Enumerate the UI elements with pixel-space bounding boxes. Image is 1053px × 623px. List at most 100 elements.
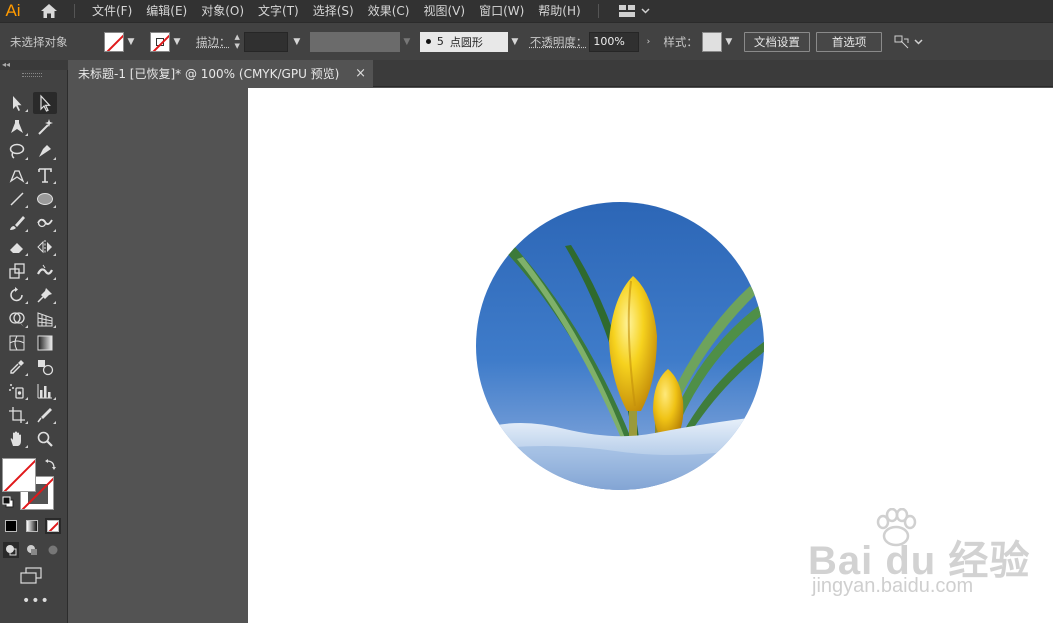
crocus-photo-circle[interactable] [475, 201, 765, 491]
blend-tool[interactable] [33, 356, 57, 378]
menu-file[interactable]: 文件(F) [85, 0, 139, 22]
draw-behind-icon[interactable] [24, 542, 40, 558]
slice-tool[interactable] [33, 404, 57, 426]
baidu-watermark: Bai du 经验 jingyan.baidu.com [808, 508, 1038, 608]
chevron-down-icon [914, 38, 923, 45]
chevron-up-icon[interactable]: ▲ [235, 33, 240, 42]
close-icon[interactable]: × [355, 60, 366, 87]
menu-help[interactable]: 帮助(H) [531, 0, 587, 22]
graphic-style-swatch[interactable] [701, 31, 722, 52]
brush-number: 5 [436, 35, 444, 48]
anchor-point-tool[interactable] [5, 164, 29, 186]
zoom-tool[interactable] [33, 428, 57, 450]
none-button[interactable] [45, 518, 61, 534]
line-segment-tool[interactable] [5, 188, 29, 210]
screen-mode-icon[interactable] [19, 567, 43, 585]
swap-fill-stroke-icon[interactable] [44, 458, 57, 471]
draw-inside-icon[interactable] [45, 542, 61, 558]
document-tab-title: 未标题-1 [已恢复]* @ 100% (CMYK/GPU 预览) [78, 67, 340, 81]
workspace-layout-icon [618, 5, 635, 17]
color-button[interactable] [3, 518, 19, 534]
chevron-down-icon[interactable]: ▼ [290, 32, 304, 52]
tools-panel: ◂◂ ••• [0, 60, 68, 623]
fill-swatch[interactable] [104, 31, 124, 52]
brush-name: 点圆形 [449, 35, 483, 49]
mesh-tool[interactable] [5, 332, 29, 354]
panel-collapse-icon[interactable]: ◂◂ [0, 60, 68, 70]
chevron-down-icon[interactable]: ▼ [170, 32, 184, 52]
paintbrush-tool[interactable] [5, 212, 29, 234]
opacity-field[interactable]: 100% [589, 31, 640, 52]
document-tab[interactable]: 未标题-1 [已恢复]* @ 100% (CMYK/GPU 预览) × [68, 60, 373, 87]
chevron-down-icon[interactable]: ▼ [722, 32, 736, 52]
chevron-down-icon[interactable]: ▼ [124, 32, 138, 52]
magic-wand-tool[interactable] [33, 116, 57, 138]
control-bar: 未选择对象 ▼ ▼ 描边： ▲ ▼ ▼ ▼ 5 点圆形 ▼ 不透明度： 100% … [0, 22, 1053, 60]
shaper-tool[interactable] [33, 212, 57, 234]
type-tool[interactable] [33, 164, 57, 186]
style-label: 样式： [663, 34, 698, 49]
ellipse-tool[interactable] [33, 188, 57, 210]
illustrator-window: Ai 文件(F) 编辑(E) 对象(O) 文字(T) 选择(S) 效果(C) 视… [0, 0, 1053, 623]
width-tool[interactable] [33, 260, 57, 282]
variable-width-profile[interactable] [309, 31, 400, 52]
lasso-tool[interactable] [5, 140, 29, 162]
menu-select[interactable]: 选择(S) [306, 0, 361, 22]
chevron-down-icon [641, 8, 650, 14]
perspective-grid-tool[interactable] [33, 308, 57, 330]
symbol-sprayer-tool[interactable] [5, 380, 29, 402]
chevron-down-icon[interactable]: ▼ [235, 42, 240, 51]
stroke-weight-stepper[interactable]: ▲ ▼ [235, 33, 240, 51]
gradient-tool[interactable] [33, 332, 57, 354]
column-graph-tool[interactable] [33, 380, 57, 402]
hand-tool[interactable] [5, 428, 29, 450]
color-mode-row [2, 518, 66, 536]
pasteboard[interactable] [68, 88, 248, 623]
eraser-tool[interactable] [5, 236, 29, 258]
panel-grip[interactable] [22, 73, 42, 77]
scale-tool[interactable] [5, 260, 29, 282]
preferences-button[interactable]: 首选项 [815, 31, 883, 52]
gradient-button[interactable] [24, 518, 40, 534]
artboard-tool[interactable] [5, 404, 29, 426]
fill-color-swatch[interactable] [2, 458, 36, 492]
eyedropper-tool[interactable] [5, 356, 29, 378]
rotate-tool[interactable] [5, 284, 29, 306]
document-setup-button[interactable]: 文档设置 [743, 31, 810, 52]
menu-type[interactable]: 文字(T) [251, 0, 306, 22]
direct-selection-tool[interactable] [33, 92, 57, 114]
reflect-tool[interactable] [33, 236, 57, 258]
app-logo: Ai [5, 1, 21, 20]
chevron-right-icon[interactable]: › [641, 32, 655, 52]
draw-normal-icon[interactable] [3, 542, 19, 558]
puppet-warp-tool[interactable] [33, 284, 57, 306]
menu-object[interactable]: 对象(O) [194, 0, 251, 22]
chevron-down-icon[interactable]: ▼ [508, 32, 522, 52]
menu-separator [597, 4, 599, 18]
stroke-swatch[interactable] [150, 31, 170, 52]
brush-dot-icon [425, 39, 431, 44]
pen-tool[interactable] [5, 116, 29, 138]
arrange-documents-icon[interactable] [894, 35, 923, 49]
stroke-label[interactable]: 描边： [196, 34, 231, 50]
brush-definition[interactable]: 5 点圆形 [419, 31, 508, 52]
menu-separator [74, 4, 75, 18]
menu-window[interactable]: 窗口(W) [472, 0, 531, 22]
curvature-pen-tool[interactable] [33, 140, 57, 162]
default-fill-stroke-icon[interactable] [2, 496, 14, 508]
chevron-down-icon: ▼ [403, 36, 411, 47]
menu-view[interactable]: 视图(V) [416, 0, 472, 22]
home-icon[interactable] [34, 0, 64, 22]
menu-edit[interactable]: 编辑(E) [139, 0, 194, 22]
stroke-weight-field[interactable] [243, 31, 288, 52]
draw-mode-row [2, 542, 66, 560]
edit-toolbar-icon[interactable]: ••• [22, 594, 49, 608]
fill-stroke-widget [0, 456, 68, 512]
shape-builder-tool[interactable] [5, 308, 29, 330]
menu-effect[interactable]: 效果(C) [361, 0, 417, 22]
selection-tool[interactable] [5, 92, 29, 114]
workspace-switcher[interactable] [618, 5, 650, 17]
selection-status: 未选择对象 [10, 34, 68, 49]
opacity-label[interactable]: 不透明度： [530, 34, 588, 50]
menu-bar: Ai 文件(F) 编辑(E) 对象(O) 文字(T) 选择(S) 效果(C) 视… [0, 0, 1053, 22]
